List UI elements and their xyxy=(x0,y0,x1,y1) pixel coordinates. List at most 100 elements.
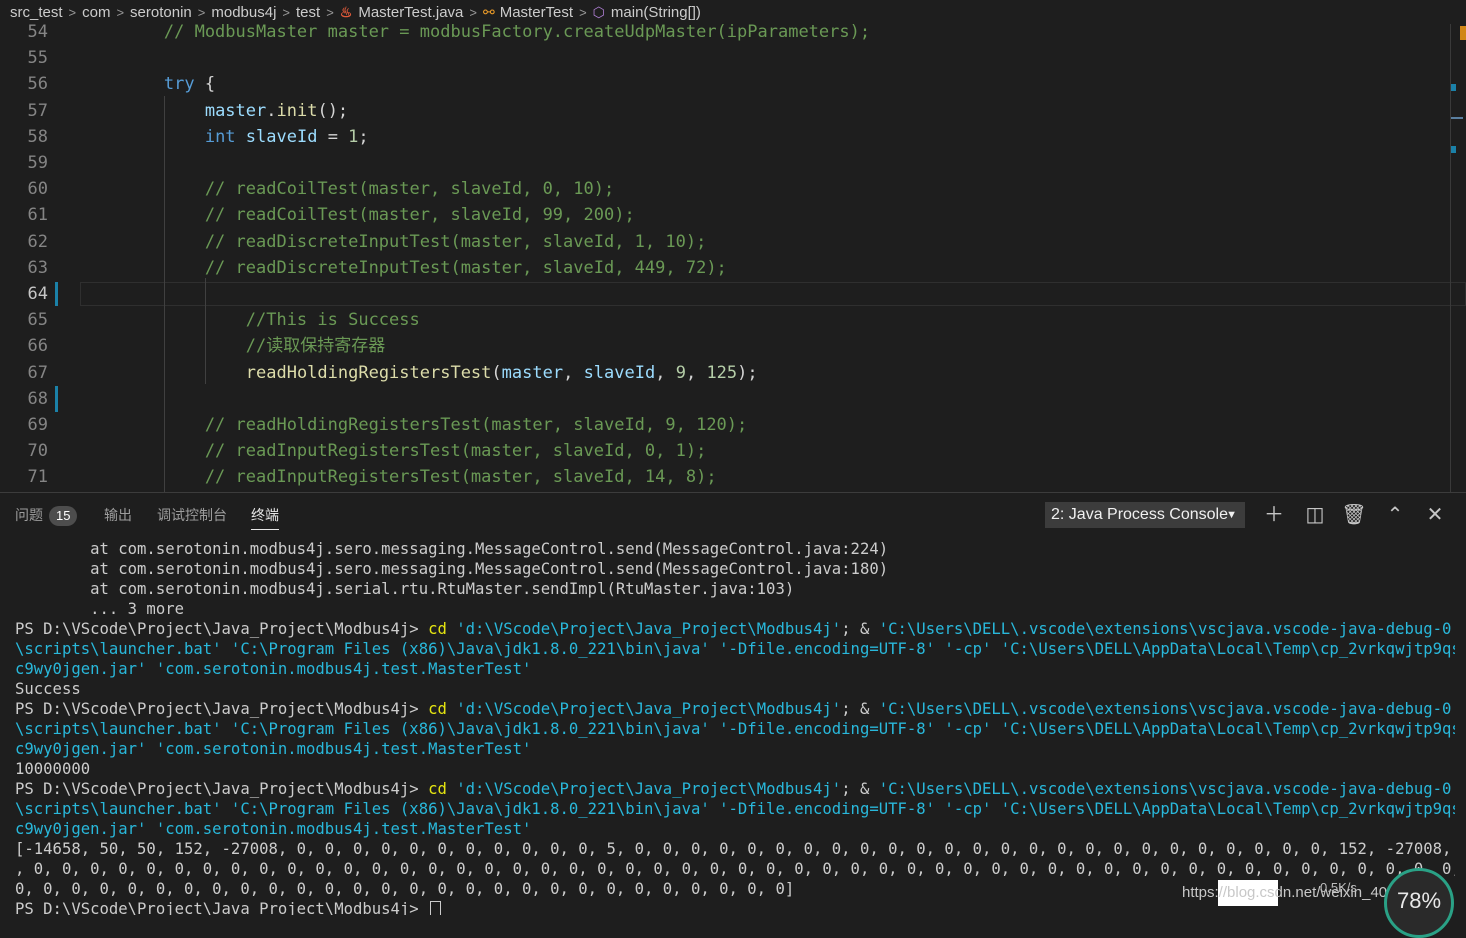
terminal-text: 'd:\VScode\Project\Java_Project\Modbus4j… xyxy=(456,780,842,798)
breadcrumb-item-method[interactable]: ⬡ main(String[]) xyxy=(593,4,701,21)
terminal-line: \scripts\launcher.bat' 'C:\Program Files… xyxy=(15,719,1455,739)
code-line[interactable]: 69 // readHoldingRegistersTest(master, s… xyxy=(0,412,1450,438)
breadcrumb-label: com xyxy=(82,3,111,21)
terminal-cursor xyxy=(430,900,442,915)
code-text: try { xyxy=(82,71,215,97)
breadcrumb-label: serotonin xyxy=(130,3,192,21)
close-panel-icon[interactable]: ✕ xyxy=(1422,501,1448,527)
line-number: 65 xyxy=(27,310,48,331)
code-token: . xyxy=(266,100,277,121)
terminal-line: PS D:\VScode\Project\Java_Project\Modbus… xyxy=(15,619,1455,639)
terminal-text: cd xyxy=(428,780,447,798)
code-line[interactable]: 59 xyxy=(0,150,1450,176)
code-text: //This is Success xyxy=(82,307,420,333)
scrollbar-track[interactable] xyxy=(1450,24,1451,492)
code-line[interactable]: 55 xyxy=(0,45,1450,71)
code-token: = xyxy=(317,126,349,147)
code-token: // readCoilTest(master, slaveId, 99, 200… xyxy=(82,205,635,226)
terminal-select-value: 2: Java Process Console xyxy=(1051,506,1228,523)
terminal-line: at com.serotonin.modbus4j.serial.rtu.Rtu… xyxy=(15,579,1455,599)
code-token: // readCoilTest(master, slaveId, 0, 10); xyxy=(82,179,615,200)
panel-tabs: 问题 15 输出 调试控制台 终端 2: Java Process Console… xyxy=(0,493,1466,535)
code-line[interactable]: 71 // readInputRegistersTest(master, sla… xyxy=(0,464,1450,490)
tab-problems[interactable]: 问题 15 xyxy=(15,505,78,529)
line-number: 60 xyxy=(27,179,48,200)
terminal-line: c9wy0jgen.jar' 'com.serotonin.modbus4j.t… xyxy=(15,739,1455,759)
code-line[interactable]: 65 //This is Success xyxy=(0,307,1450,333)
breadcrumb-item-src-test[interactable]: src_test xyxy=(10,4,63,21)
code-line[interactable]: 57 master.init(); xyxy=(0,98,1450,124)
code-line[interactable]: 58 int slaveId = 1; xyxy=(0,124,1450,150)
tab-debug-console[interactable]: 调试控制台 xyxy=(157,505,227,529)
code-text: master.init(); xyxy=(82,98,348,124)
overview-ruler-cursor xyxy=(1451,117,1463,119)
breadcrumb-label: modbus4j xyxy=(211,3,277,21)
code-editor[interactable]: 54 // ModbusMaster master = modbusFactor… xyxy=(0,24,1466,492)
line-number: 63 xyxy=(27,257,48,278)
breadcrumb-item-class[interactable]: ⚯ MasterTest xyxy=(483,4,573,21)
terminal-line: at com.serotonin.modbus4j.sero.messaging… xyxy=(15,539,1455,559)
breadcrumb: src_test > com > serotonin > modbus4j > … xyxy=(0,0,1466,24)
code-line[interactable]: 60 // readCoilTest(master, slaveId, 0, 1… xyxy=(0,176,1450,202)
tab-terminal[interactable]: 终端 xyxy=(251,505,279,530)
breadcrumb-item-modbus4j[interactable]: modbus4j xyxy=(211,4,276,21)
code-token: readHoldingRegistersTest xyxy=(245,362,492,383)
breadcrumb-item-test[interactable]: test xyxy=(296,4,320,21)
code-token: , xyxy=(655,362,676,383)
trash-icon[interactable]: 🗑 xyxy=(1341,501,1367,527)
code-text: // ModbusMaster master = modbusFactory.c… xyxy=(82,24,870,45)
code-token: ; xyxy=(358,126,369,147)
code-line[interactable]: 62 // readDiscreteInputTest(master, slav… xyxy=(0,229,1450,255)
code-line[interactable]: 54 // ModbusMaster master = modbusFactor… xyxy=(0,24,1450,45)
code-line[interactable]: 64 xyxy=(0,281,1450,307)
terminal-text: \scripts\launcher.bat' 'C:\Program Files… xyxy=(15,720,1455,738)
breadcrumb-item-serotonin[interactable]: serotonin xyxy=(130,4,192,21)
maximize-panel-icon[interactable]: ⌃ xyxy=(1382,501,1408,527)
add-terminal-icon[interactable]: ＋ xyxy=(1261,501,1287,527)
line-number: 59 xyxy=(27,153,48,173)
terminal-text: [-14658, 50, 50, 152, -27008, 0, 0, 0, 0… xyxy=(15,840,1455,858)
terminal-text: ; & xyxy=(841,700,879,718)
code-line[interactable]: 63 // readDiscreteInputTest(master, slav… xyxy=(0,255,1450,281)
code-line[interactable]: 68 xyxy=(0,386,1450,412)
breadcrumb-item-com[interactable]: com xyxy=(82,4,110,21)
line-number: 58 xyxy=(27,126,48,147)
terminal-line: \scripts\launcher.bat' 'C:\Program Files… xyxy=(15,639,1455,659)
code-token: // readInputRegistersTest(master, slaveI… xyxy=(82,467,717,488)
breadcrumb-item-file[interactable]: ♨ MasterTest.java xyxy=(340,4,464,21)
split-terminal-icon[interactable]: ◫ xyxy=(1302,501,1328,527)
terminal-text: 'd:\VScode\Project\Java_Project\Modbus4j… xyxy=(456,700,842,718)
terminal-text: PS D:\VScode\Project\Java_Project\Modbus… xyxy=(15,620,429,638)
code-token: , xyxy=(563,362,584,383)
code-line[interactable]: 61 // readCoilTest(master, slaveId, 99, … xyxy=(0,202,1450,228)
code-token: , xyxy=(685,362,707,383)
tab-output[interactable]: 输出 xyxy=(104,505,132,529)
code-line[interactable]: 56 try { xyxy=(0,71,1450,97)
terminal-line: PS D:\VScode\Project\Java_Project\Modbus… xyxy=(15,699,1455,719)
line-number: 64 xyxy=(27,284,48,304)
method-icon: ⬡ xyxy=(592,3,605,20)
terminal-text: 0, 0, 0, 0, 0, 0, 0, 0, 0, 0, 0, 0, 0, 0… xyxy=(15,880,795,898)
code-line[interactable]: 67 readHoldingRegistersTest(master, slav… xyxy=(0,360,1450,386)
code-line[interactable]: 70 // readInputRegistersTest(master, sla… xyxy=(0,438,1450,464)
code-text: int slaveId = 1; xyxy=(82,124,369,150)
terminal-text: Success xyxy=(15,680,81,698)
terminal-text: 'C:\Users\DELL\.vscode\extensions\vscjav… xyxy=(878,620,1455,638)
terminal-line: , 0, 0, 0, 0, 0, 0, 0, 0, 0, 0, 0, 0, 0,… xyxy=(15,859,1455,879)
terminal-line: c9wy0jgen.jar' 'com.serotonin.modbus4j.t… xyxy=(15,659,1455,679)
terminal-select[interactable]: 2: Java Process Console ▼ xyxy=(1045,502,1245,528)
code-token: slaveId xyxy=(583,362,656,383)
terminal-output[interactable]: at com.serotonin.modbus4j.sero.messaging… xyxy=(15,539,1455,915)
code-token: ); xyxy=(737,362,758,383)
bottom-panel: 问题 15 输出 调试控制台 终端 2: Java Process Console… xyxy=(0,492,1466,915)
terminal-text: c9wy0jgen.jar' 'com.serotonin.modbus4j.t… xyxy=(15,660,532,678)
terminal-text: at com.serotonin.modbus4j.sero.messaging… xyxy=(15,560,889,578)
code-line[interactable]: 66 //读取保持寄存器 xyxy=(0,333,1450,359)
terminal-line: 10000000 xyxy=(15,759,1455,779)
terminal-text: cd xyxy=(428,700,447,718)
